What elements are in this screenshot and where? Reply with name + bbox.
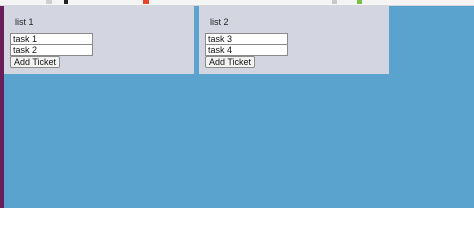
add-ticket-button[interactable]: Add Ticket [10, 56, 61, 68]
bookmark-icon[interactable] [143, 0, 149, 4]
bookmark-icon[interactable] [64, 0, 68, 4]
task-input[interactable] [10, 44, 93, 56]
task-input[interactable] [205, 44, 288, 56]
list-panel: list 2 Add Ticket [199, 6, 389, 74]
board-canvas: list 1 Add Ticket list 2 Add Ticket [0, 0, 474, 208]
list-panel: list 1 Add Ticket [4, 6, 194, 74]
bookmark-icon[interactable] [357, 0, 362, 4]
bookmark-icon[interactable] [46, 0, 52, 4]
add-ticket-button[interactable]: Add Ticket [205, 56, 256, 68]
list-title: list 1 [15, 17, 34, 27]
bookmark-icon[interactable] [332, 0, 337, 4]
list-title: list 2 [210, 17, 229, 27]
